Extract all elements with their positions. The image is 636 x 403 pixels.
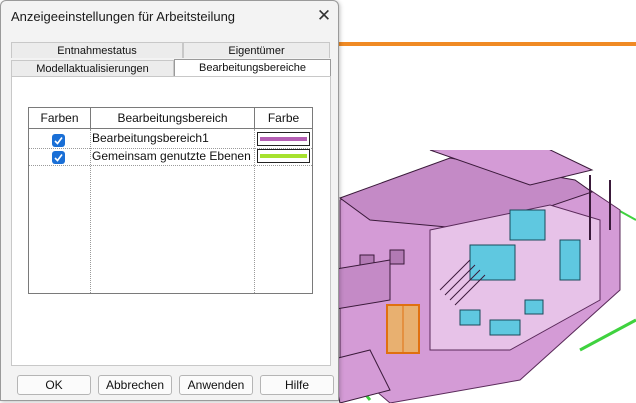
color-checkbox[interactable] [52, 134, 65, 147]
close-icon[interactable]: ✕ [313, 5, 335, 27]
tab-modellaktualisierungen[interactable]: Modellaktualisierungen [11, 60, 174, 76]
workset-color-swatch[interactable] [257, 132, 310, 146]
worksharing-display-settings-dialog: Anzeigeeinstellungen für Arbeitsteilung … [0, 0, 339, 401]
cancel-button[interactable]: Abbrechen [98, 375, 172, 395]
color-bar [260, 137, 307, 141]
worksets-table: Farben Bearbeitungsbereich Farbe Bearbei… [28, 107, 313, 294]
color-bar [260, 154, 307, 158]
workset-name[interactable]: Gemeinsam genutzte Ebenen [92, 149, 251, 163]
checkmark-icon [54, 154, 63, 162]
ok-button[interactable]: OK [17, 375, 91, 395]
row-divider [29, 165, 312, 166]
column-divider [254, 129, 255, 293]
checkmark-icon [54, 137, 63, 145]
building-3d-model [330, 150, 636, 403]
column-header-farben[interactable]: Farben [29, 108, 91, 129]
column-header-farbe[interactable]: Farbe [255, 108, 312, 129]
column-header-bearbeitungsbereich[interactable]: Bearbeitungsbereich [91, 108, 255, 129]
help-button[interactable]: Hilfe [260, 375, 334, 395]
dialog-title: Anzeigeeinstellungen für Arbeitsteilung [11, 9, 236, 24]
workset-color-swatch[interactable] [257, 149, 310, 163]
tab-eigentuemer[interactable]: Eigentümer [183, 42, 330, 58]
workset-name[interactable]: Bearbeitungsbereich1 [92, 131, 209, 145]
color-checkbox[interactable] [52, 151, 65, 164]
apply-button[interactable]: Anwenden [179, 375, 253, 395]
section-box-edge [338, 42, 636, 46]
column-divider [90, 129, 91, 293]
tab-bearbeitungsbereiche[interactable]: Bearbeitungsbereiche [174, 59, 331, 77]
tab-entnahmestatus[interactable]: Entnahmestatus [11, 42, 183, 58]
